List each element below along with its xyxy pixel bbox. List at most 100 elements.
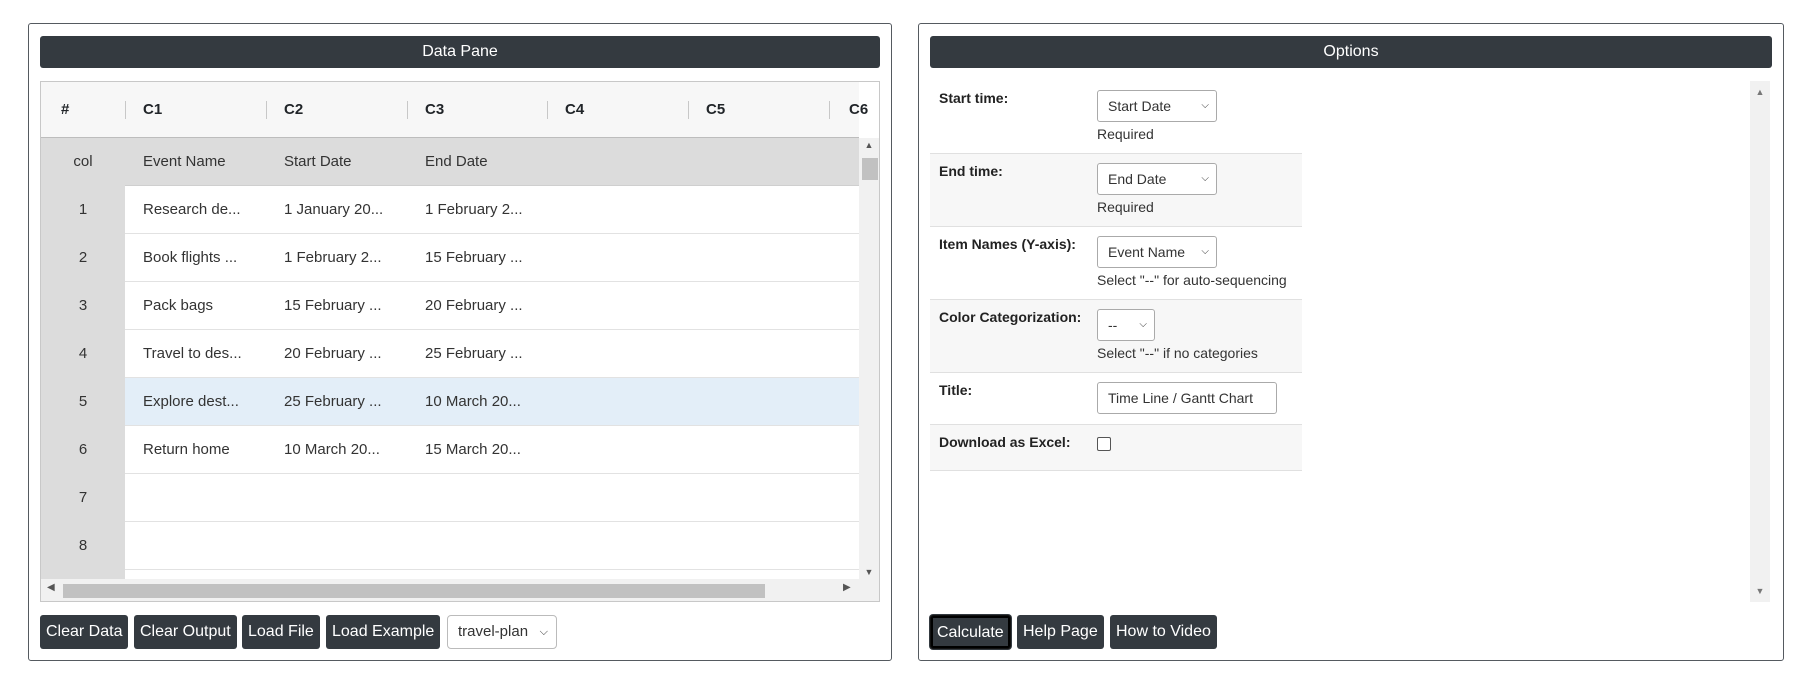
table-cell[interactable]: 25 February ... xyxy=(284,378,392,426)
table-cell[interactable]: 10 March 20... xyxy=(425,378,533,426)
table-row[interactable]: col Event Name Start Date End Date xyxy=(41,138,859,186)
table-cell[interactable] xyxy=(143,522,251,570)
column-separator xyxy=(125,101,126,119)
column-header-c1[interactable]: C1 xyxy=(143,82,162,138)
column-header-c5[interactable]: C5 xyxy=(706,82,725,138)
arrow-left-icon[interactable]: ◀ xyxy=(47,582,55,593)
clear-data-button[interactable]: Clear Data xyxy=(40,615,129,649)
table-cell[interactable]: Book flights ... xyxy=(143,234,251,282)
arrow-down-icon[interactable]: ▼ xyxy=(859,567,879,577)
chevron-down-icon: ⌵ xyxy=(1201,173,1209,184)
options-panel: Options Start time: Start Date ⌵ Require… xyxy=(918,23,1784,661)
table-cell[interactable]: 15 March 20... xyxy=(425,426,533,474)
item-names-value: Event Name xyxy=(1108,244,1186,260)
table-cell[interactable]: Return home xyxy=(143,426,251,474)
table-cell[interactable] xyxy=(284,474,392,522)
column-header-c2[interactable]: C2 xyxy=(284,82,303,138)
row-index: 4 xyxy=(41,330,125,378)
grid-horizontal-scrollbar[interactable]: ◀ ▶ xyxy=(41,579,879,601)
table-row[interactable]: 4 Travel to des... 20 February ... 25 Fe… xyxy=(41,330,859,378)
start-time-select[interactable]: Start Date ⌵ xyxy=(1097,90,1217,122)
table-cell[interactable]: Explore dest... xyxy=(143,378,251,426)
column-separator xyxy=(688,101,689,119)
arrow-right-icon[interactable]: ▶ xyxy=(843,582,851,593)
table-cell[interactable]: Research de... xyxy=(143,186,251,234)
option-color-categorization: Color Categorization: -- ⌵ Select "--" i… xyxy=(930,300,1302,373)
table-cell[interactable]: Start Date xyxy=(284,138,392,186)
table-cell[interactable]: 25 February ... xyxy=(425,330,533,378)
table-cell[interactable] xyxy=(425,522,533,570)
clear-output-button[interactable]: Clear Output xyxy=(134,615,237,649)
option-end-time: End time: End Date ⌵ Required xyxy=(930,154,1302,227)
table-row[interactable]: 6 Return home 10 March 20... 15 March 20… xyxy=(41,426,859,474)
option-item-names: Item Names (Y-axis): Event Name ⌵ Select… xyxy=(930,227,1302,300)
table-cell[interactable]: Event Name xyxy=(143,138,251,186)
grid-vertical-scrollbar[interactable]: ▲ ▼ xyxy=(859,138,879,579)
table-cell[interactable]: 20 February ... xyxy=(284,330,392,378)
table-cell[interactable]: 10 March 20... xyxy=(284,426,392,474)
row-index: 3 xyxy=(41,282,125,330)
row-index: 1 xyxy=(41,186,125,234)
table-cell[interactable] xyxy=(284,522,392,570)
scrollbar-thumb[interactable] xyxy=(862,158,878,180)
item-names-help: Select "--" for auto-sequencing xyxy=(1097,272,1287,288)
table-cell[interactable]: 15 February ... xyxy=(284,282,392,330)
start-time-value: Start Date xyxy=(1108,98,1172,114)
options-title: Options xyxy=(930,36,1772,68)
row-index: 2 xyxy=(41,234,125,282)
column-header-c6[interactable]: C6 xyxy=(849,82,868,138)
end-time-help: Required xyxy=(1097,199,1154,215)
grid-body: col Event Name Start Date End Date 1 Res… xyxy=(41,138,859,579)
table-cell[interactable]: End Date xyxy=(425,138,533,186)
table-row[interactable]: 7 xyxy=(41,474,859,522)
calculate-button[interactable]: Calculate xyxy=(930,615,1011,649)
row-index: 6 xyxy=(41,426,125,474)
column-header-c3[interactable]: C3 xyxy=(425,82,444,138)
table-cell[interactable] xyxy=(425,474,533,522)
options-form: Start time: Start Date ⌵ Required End ti… xyxy=(930,81,1770,602)
row-index: 5 xyxy=(41,378,125,426)
arrow-down-icon[interactable]: ▼ xyxy=(1750,586,1770,596)
column-header-c4[interactable]: C4 xyxy=(565,82,584,138)
table-cell[interactable]: Travel to des... xyxy=(143,330,251,378)
table-row[interactable]: 8 xyxy=(41,522,859,570)
title-input[interactable]: Time Line / Gantt Chart xyxy=(1097,382,1277,414)
color-categorization-select[interactable]: -- ⌵ xyxy=(1097,309,1155,341)
arrow-up-icon[interactable]: ▲ xyxy=(1750,87,1770,97)
options-vertical-scrollbar[interactable]: ▲ ▼ xyxy=(1750,81,1770,602)
arrow-up-icon[interactable]: ▲ xyxy=(859,140,879,150)
table-cell[interactable]: 1 February 2... xyxy=(284,234,392,282)
example-select-value: travel-plan xyxy=(458,623,529,640)
grid-column-header: # C1 C2 C3 C4 C5 C6 xyxy=(41,82,868,138)
help-page-button[interactable]: Help Page xyxy=(1017,615,1104,649)
table-row-selected[interactable]: 5 Explore dest... 25 February ... 10 Mar… xyxy=(41,378,859,426)
color-categorization-label: Color Categorization: xyxy=(939,309,1082,325)
load-example-button[interactable]: Load Example xyxy=(326,615,441,649)
example-select[interactable]: travel-plan ⌵ xyxy=(447,615,557,649)
item-names-select[interactable]: Event Name ⌵ xyxy=(1097,236,1217,268)
table-cell[interactable]: 1 January 20... xyxy=(284,186,392,234)
load-file-button[interactable]: Load File xyxy=(242,615,320,649)
start-time-label: Start time: xyxy=(939,90,1009,106)
table-cell[interactable]: Pack bags xyxy=(143,282,251,330)
download-excel-checkbox[interactable] xyxy=(1097,437,1111,451)
how-to-video-button[interactable]: How to Video xyxy=(1110,615,1217,649)
data-pane-panel: Data Pane # C1 C2 C3 C4 C5 C6 col Event … xyxy=(28,23,892,661)
table-row[interactable]: 3 Pack bags 15 February ... 20 February … xyxy=(41,282,859,330)
chevron-down-icon: ⌵ xyxy=(1201,100,1209,111)
table-cell[interactable]: 15 February ... xyxy=(425,234,533,282)
table-row[interactable] xyxy=(41,570,859,579)
table-cell[interactable] xyxy=(143,474,251,522)
table-cell[interactable]: 1 February 2... xyxy=(425,186,533,234)
table-row[interactable]: 2 Book flights ... 1 February 2... 15 Fe… xyxy=(41,234,859,282)
option-title: Title: Time Line / Gantt Chart xyxy=(930,373,1302,425)
item-names-label: Item Names (Y-axis): xyxy=(939,236,1076,252)
scrollbar-thumb[interactable] xyxy=(63,584,765,598)
end-time-select[interactable]: End Date ⌵ xyxy=(1097,163,1217,195)
table-row[interactable]: 1 Research de... 1 January 20... 1 Febru… xyxy=(41,186,859,234)
row-index: 7 xyxy=(41,474,125,522)
column-separator xyxy=(407,101,408,119)
table-cell[interactable]: 20 February ... xyxy=(425,282,533,330)
column-header-index[interactable]: # xyxy=(61,82,69,138)
start-time-help: Required xyxy=(1097,126,1154,142)
